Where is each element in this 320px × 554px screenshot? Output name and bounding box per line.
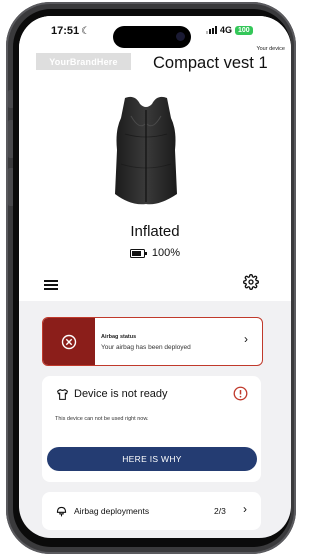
airbag-deployments-row[interactable]: Airbag deployments 2/3 › [42, 492, 261, 530]
battery-indicator: 100 [235, 25, 253, 35]
device-readiness-card: Device is not ready This device can not … [42, 376, 261, 482]
alert-title: Airbag status [101, 334, 137, 340]
network-label: 4G [220, 25, 233, 35]
vest-shirt-icon [56, 388, 69, 401]
app-screen: 17:51 ☾ 4G 100 YourBrandHere Your device … [19, 16, 291, 538]
moon-icon: ☾ [81, 26, 91, 37]
readiness-title: Device is not ready [74, 388, 168, 400]
status-bar: 17:51 ☾ 4G 100 [19, 16, 291, 48]
camera-icon [176, 32, 185, 41]
menu-icon[interactable] [44, 280, 58, 290]
dynamic-island [113, 26, 191, 48]
deployments-count: 2/3 [214, 506, 226, 516]
device-caption: Your device [256, 46, 285, 52]
brand-logo: YourBrandHere [36, 53, 131, 70]
status-indicators: 4G 100 [206, 25, 253, 35]
device-state: Inflated [130, 223, 180, 240]
readiness-description: This device can not be used right now. [55, 416, 149, 422]
here-is-why-button[interactable]: HERE IS WHY [47, 447, 257, 471]
chevron-right-icon: › [243, 502, 247, 516]
chevron-right-icon: › [244, 332, 248, 346]
deployments-label: Airbag deployments [74, 506, 150, 516]
signal-icon [206, 26, 217, 34]
status-time: 17:51 ☾ [51, 25, 91, 37]
battery-icon [129, 248, 147, 258]
error-x-icon [61, 334, 77, 349]
alert-icon-panel [43, 318, 95, 365]
battery-percent: 100% [151, 247, 181, 259]
airbag-icon [55, 505, 68, 518]
device-name[interactable]: Compact vest 1 [153, 54, 268, 73]
gear-icon[interactable] [243, 274, 259, 290]
device-battery: 100% [19, 247, 291, 259]
warning-icon [233, 386, 248, 401]
vest-image [111, 94, 181, 209]
alert-message: Your airbag has been deployed [101, 344, 191, 351]
airbag-status-alert[interactable]: Airbag status Your airbag has been deplo… [42, 317, 263, 366]
